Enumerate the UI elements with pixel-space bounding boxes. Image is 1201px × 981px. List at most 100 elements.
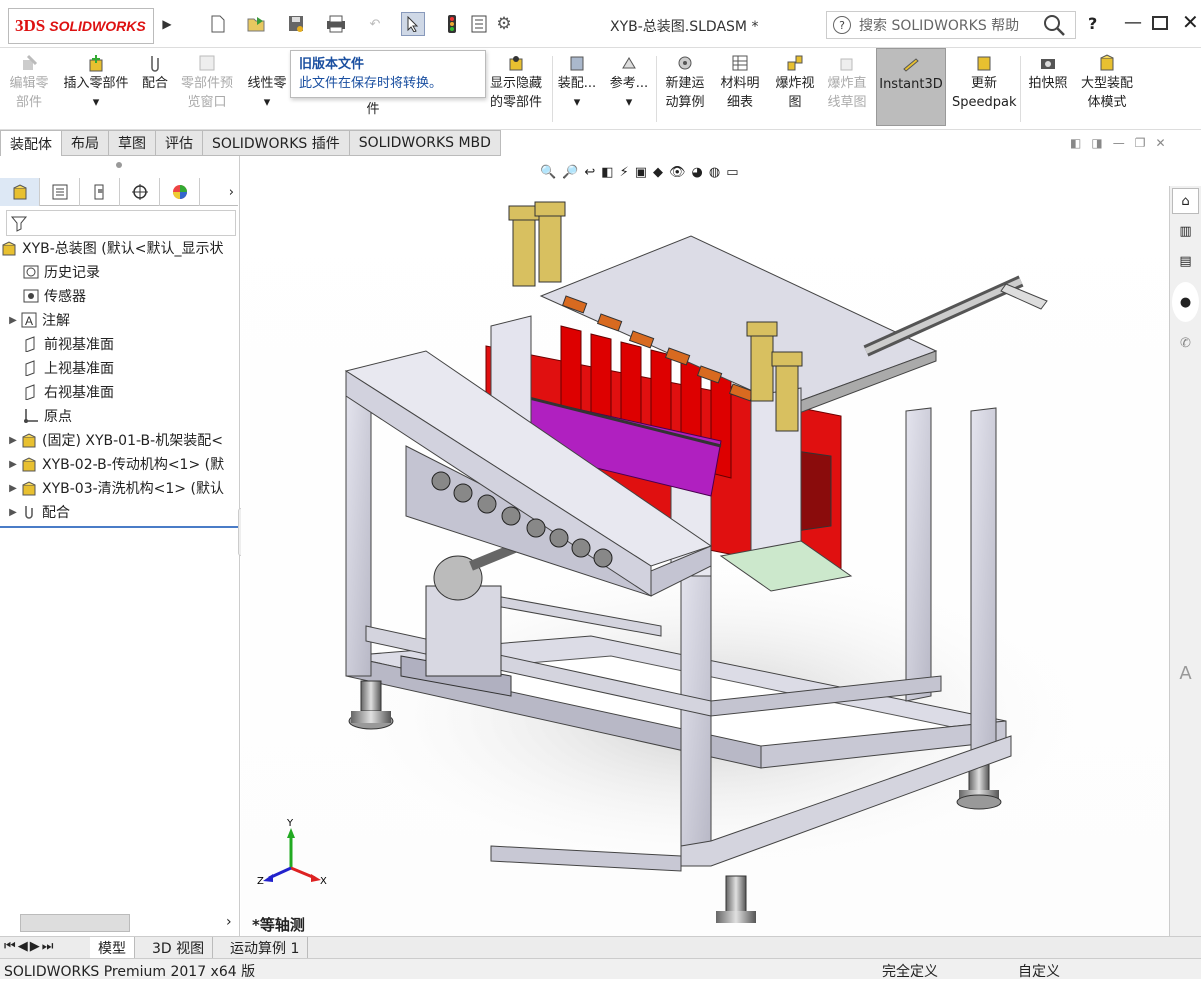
tab-3d-view[interactable]: 3D 视图 [144,937,214,959]
update-speedpak-button[interactable]: 更新 Speedpak [952,54,1017,112]
design-library-icon[interactable]: ▥ [1170,216,1201,246]
feature-manager-icon[interactable] [0,178,40,206]
viewport-minimize-icon[interactable]: — [1113,136,1125,152]
tree-item-annotations[interactable]: ▶ A 注解 [0,308,238,332]
large-assembly-mode-button[interactable]: 大型装配 体模式 [1074,54,1140,112]
linear-pattern-button[interactable]: 线性零 ▾ [242,74,292,112]
mate-button[interactable]: 配合 [138,54,172,93]
display-style-icon[interactable]: ◆ [653,165,663,180]
tree-item-frame-assembly[interactable]: ▶ (固定) XYB-01-B-机架装配< [0,428,238,452]
expand-arrow-icon[interactable]: ▶ [6,435,20,446]
open-icon[interactable] [246,13,268,35]
solidworks-logo[interactable]: 3DS SOLIDWORKS [8,8,154,44]
tab-layout[interactable]: 布局 [62,130,109,156]
tab-nav-arrows[interactable]: ⏮ ◀ ▶ ⏭ [4,939,84,957]
home-icon[interactable]: ⌂ [1172,188,1199,214]
edit-appearance-icon[interactable]: ◕ [692,165,703,180]
tab-motion-study[interactable]: 运动算例 1 [222,937,309,959]
tree-horizontal-scrollbar[interactable] [20,914,130,932]
panel-more-icon[interactable]: › [200,178,238,206]
units-status[interactable]: 自定义 [1018,961,1060,981]
prev-window-icon[interactable]: ◧ [1070,136,1081,152]
hide-show-icon[interactable]: 👁 [669,165,686,180]
tab-evaluate[interactable]: 评估 [156,130,203,156]
expand-arrow-icon[interactable]: ▶ [6,315,20,326]
search-icon[interactable] [1036,12,1072,38]
instant3d-button[interactable]: Instant3D [876,48,946,126]
tab-mbd[interactable]: SOLIDWORKS MBD [349,130,501,156]
annotation-icon: A [20,311,38,329]
user-avatar-icon[interactable]: ● [1172,282,1199,322]
view-settings-icon[interactable]: ▭ [726,165,738,180]
zoom-to-fit-icon[interactable]: 🔍 [540,165,556,180]
close-icon[interactable]: ✕ [1182,10,1199,34]
tree-item-origin[interactable]: 原点 [0,404,238,428]
view-orientation-icon[interactable]: ▣ [635,165,647,180]
expand-arrow-icon[interactable]: ▶ [6,507,20,518]
new-document-icon[interactable] [208,13,228,35]
dimxpert-icon[interactable] [120,178,160,206]
scroll-right-icon[interactable]: › [226,914,232,930]
apply-scene-icon[interactable]: ◍ [709,165,720,180]
section-view-icon[interactable]: ◧ [601,165,613,180]
graphics-area[interactable]: Y X Z [241,156,1169,936]
save-icon[interactable] [286,13,306,35]
next-window-icon[interactable]: ◨ [1091,136,1102,152]
prev-tab-icon[interactable]: ◀ [18,939,28,957]
exploded-view-button[interactable]: 爆炸视图 [770,54,820,112]
insert-component-button[interactable]: 插入零部件 ▾ [58,54,134,112]
options-gear-icon[interactable]: ⚙ [494,13,514,35]
tree-item-cleaning-mechanism[interactable]: ▶ XYB-03-清洗机构<1> (默认 [0,476,238,500]
rollback-bar[interactable] [0,526,238,528]
custom-properties-icon[interactable]: A [1170,658,1201,688]
explode-line-sketch-button[interactable]: 爆炸直 线草图 [822,54,872,112]
take-snapshot-button[interactable]: 拍快照 [1024,54,1072,93]
tree-item-front-plane[interactable]: 前视基准面 [0,332,238,356]
first-tab-icon[interactable]: ⏮ [4,939,16,957]
maximize-icon[interactable] [1152,16,1168,30]
viewport-close-icon[interactable]: ✕ [1155,136,1165,152]
reference-geometry-button[interactable]: 参考... ▾ [608,54,650,112]
print-icon[interactable] [325,13,347,35]
undo-icon[interactable]: ↶ [364,13,386,35]
file-properties-icon[interactable] [470,13,488,35]
file-explorer-icon[interactable]: ▤ [1170,246,1201,276]
rebuild-icon[interactable] [444,13,460,35]
zoom-area-icon[interactable]: 🔎 [562,165,578,180]
display-manager-icon[interactable] [160,178,200,206]
tree-item-sensors[interactable]: 传感器 [0,284,238,308]
previous-view-icon[interactable]: ↩ [584,165,595,180]
menu-expand-icon[interactable]: ▶ [160,13,174,35]
tree-item-history[interactable]: 历史记录 [0,260,238,284]
bom-button[interactable]: 材料明 细表 [716,54,764,112]
assembly-feature-button[interactable]: 装配... ▾ [556,54,598,112]
configuration-manager-icon[interactable] [80,178,120,206]
tree-item-mates[interactable]: ▶ 配合 [0,500,238,524]
select-icon[interactable] [401,12,425,36]
tab-addins[interactable]: SOLIDWORKS 插件 [203,130,350,156]
phone-icon[interactable]: ✆ [1170,328,1201,358]
next-tab-icon[interactable]: ▶ [30,939,40,957]
panel-grip-icon[interactable] [116,162,122,168]
last-tab-icon[interactable]: ⏭ [42,939,54,957]
minimize-icon[interactable]: — [1124,12,1142,33]
show-hidden-button[interactable]: 显示隐藏 的零部件 [486,54,546,112]
logo-text: SOLIDWORKS [49,18,146,34]
expand-arrow-icon[interactable]: ▶ [6,459,20,470]
tab-sketch[interactable]: 草图 [109,130,156,156]
edit-component-button[interactable]: 编辑零 部件 [4,54,54,112]
tree-item-top-plane[interactable]: 上视基准面 [0,356,238,380]
new-motion-study-button[interactable]: 新建运 动算例 [660,54,710,112]
viewport-restore-icon[interactable]: ❐ [1135,136,1146,152]
tab-model[interactable]: 模型 [90,937,135,959]
expand-arrow-icon[interactable]: ▶ [6,483,20,494]
dynamic-annotation-icon[interactable]: ⚡ [620,165,629,180]
tree-item-right-plane[interactable]: 右视基准面 [0,380,238,404]
property-manager-icon[interactable] [40,178,80,206]
component-preview-button[interactable]: 零部件预 览窗口 [176,54,238,112]
tab-assembly[interactable]: 装配体 [0,130,62,156]
tree-item-drive-mechanism[interactable]: ▶ XYB-02-B-传动机构<1> (默 [0,452,238,476]
tree-filter-input[interactable] [6,210,236,236]
help-menu[interactable]: ? [1088,14,1097,33]
tree-item-root-assembly[interactable]: XYB-总装图 (默认<默认_显示状 [0,236,238,260]
